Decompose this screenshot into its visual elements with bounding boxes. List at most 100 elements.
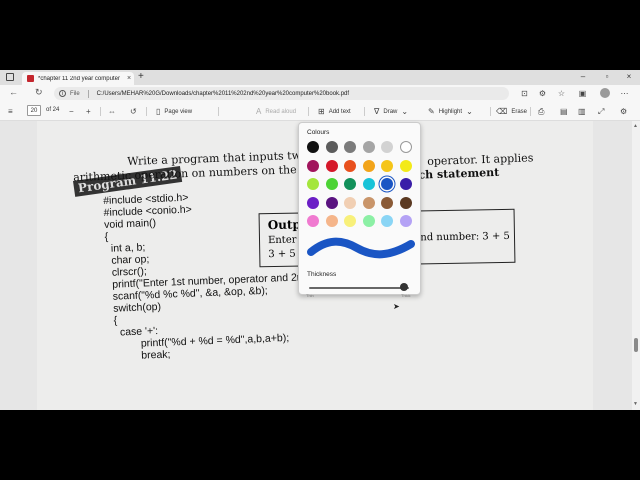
colour-swatch[interactable] xyxy=(307,215,319,227)
rotate-icon[interactable]: ↺ xyxy=(130,107,141,116)
colour-swatch[interactable] xyxy=(307,141,319,153)
mouse-cursor: ➤ xyxy=(393,302,400,311)
info-icon[interactable]: i xyxy=(59,90,66,97)
toolbar-divider xyxy=(146,107,147,116)
colour-swatch[interactable] xyxy=(399,196,412,209)
prose-line-2-right: itch statement xyxy=(409,165,500,182)
colour-swatch[interactable] xyxy=(381,215,393,227)
colour-swatch[interactable] xyxy=(362,159,375,172)
colour-swatch[interactable] xyxy=(307,159,319,172)
colour-swatch[interactable] xyxy=(381,178,393,190)
tab-close-icon[interactable]: × xyxy=(124,75,134,82)
read-mode-icon[interactable]: ⊡ xyxy=(520,89,529,98)
read-aloud-icon: A xyxy=(256,107,262,116)
browser-window: *chapter 11 2nd year computer × + – ▫ × … xyxy=(0,70,640,410)
colour-swatch[interactable] xyxy=(362,196,375,209)
colour-swatch[interactable] xyxy=(344,215,356,227)
fullscreen-icon[interactable]: ⤢ xyxy=(598,107,608,117)
save-icon[interactable]: ▤ xyxy=(560,107,572,116)
close-button[interactable]: × xyxy=(622,72,636,81)
collections-icon[interactable]: ▣ xyxy=(578,89,587,98)
print-icon[interactable]: ⎙ xyxy=(538,107,548,117)
eraser-icon: ⌫ xyxy=(496,107,508,116)
thickness-slider-handle[interactable] xyxy=(400,283,408,291)
scroll-up-icon[interactable]: ▲ xyxy=(633,123,638,129)
colour-swatch[interactable] xyxy=(399,178,412,190)
zoom-in-icon[interactable]: + xyxy=(86,107,95,116)
toolbar-divider xyxy=(490,107,491,116)
minimize-button[interactable]: – xyxy=(576,72,590,81)
more-menu-icon[interactable]: ⋯ xyxy=(620,89,629,98)
colour-swatch[interactable] xyxy=(399,215,412,227)
url-separator xyxy=(87,89,89,98)
settings-icon[interactable]: ⚙ xyxy=(620,107,631,116)
contents-icon[interactable]: ≡ xyxy=(8,107,17,116)
colour-swatch[interactable] xyxy=(381,159,393,172)
page-number-input[interactable]: 20 xyxy=(27,105,41,116)
chevron-down-icon: ⌄ xyxy=(466,107,473,116)
draw-icon: ∇ xyxy=(374,107,380,116)
stroke-preview xyxy=(307,237,415,259)
colour-swatch[interactable] xyxy=(325,141,338,153)
thin-label: Thin xyxy=(306,293,314,298)
tab-title: *chapter 11 2nd year computer xyxy=(38,75,120,82)
zoom-out-icon[interactable]: − xyxy=(69,107,78,116)
thickness-label: Thickness xyxy=(307,271,337,278)
highlight-icon: ✎ xyxy=(428,107,435,116)
colour-swatch[interactable] xyxy=(344,196,356,209)
toolbar-divider xyxy=(100,107,101,116)
colours-label: Colours xyxy=(307,129,330,136)
toolbar-divider xyxy=(364,107,365,116)
refresh-icon[interactable]: ↻ xyxy=(35,87,43,98)
colour-swatch[interactable] xyxy=(344,141,356,153)
read-aloud-button: A Read aloud xyxy=(256,107,297,116)
favorites-icon[interactable]: ☆ xyxy=(557,89,566,98)
profile-avatar[interactable] xyxy=(600,88,610,98)
tab-actions-icon[interactable] xyxy=(6,73,14,81)
draw-button[interactable]: ∇ Draw ⌄ xyxy=(374,107,412,116)
highlight-button[interactable]: ✎ Highlight ⌄ xyxy=(428,107,477,116)
output-line-1-right: 2nd number: 3 + 5 xyxy=(413,230,510,244)
save-as-icon[interactable]: ▥ xyxy=(578,107,590,116)
colour-swatch[interactable] xyxy=(307,178,319,190)
colour-swatch[interactable] xyxy=(381,196,393,209)
colour-swatch[interactable] xyxy=(362,141,375,153)
draw-settings-popup: Colours Thickness Thin Thick xyxy=(298,122,421,298)
toolbar-divider xyxy=(218,107,219,116)
colour-swatch[interactable] xyxy=(362,215,375,227)
extensions-icon[interactable]: ⚙ xyxy=(538,89,547,98)
page-view-button[interactable]: ▯ Page view xyxy=(156,107,192,116)
pdf-toolbar: ≡ 20 of 24 − + ⇔ ↺ ▯ Page view A Read alou… xyxy=(0,102,640,121)
back-icon[interactable]: ← xyxy=(9,87,18,97)
colour-swatch[interactable] xyxy=(325,159,338,172)
erase-button[interactable]: ⌫ Erase xyxy=(496,107,527,116)
add-text-button[interactable]: ⊞ Add text xyxy=(318,107,351,116)
colour-swatch[interactable] xyxy=(381,141,393,153)
page-total: of 24 xyxy=(46,107,60,113)
colour-swatch[interactable] xyxy=(344,159,356,172)
colour-swatch[interactable] xyxy=(344,178,356,190)
scroll-down-icon[interactable]: ▼ xyxy=(633,401,638,407)
colour-swatch[interactable] xyxy=(362,178,375,190)
fit-page-icon[interactable]: ⇔ xyxy=(108,107,120,116)
chevron-down-icon: ⌄ xyxy=(401,107,409,116)
scroll-thumb[interactable] xyxy=(634,338,638,352)
maximize-button[interactable]: ▫ xyxy=(600,72,614,81)
toolbar-divider xyxy=(530,107,531,116)
colour-swatch[interactable] xyxy=(325,196,338,209)
colour-swatch[interactable] xyxy=(399,159,412,172)
colour-swatch[interactable] xyxy=(307,196,319,209)
vertical-scrollbar[interactable]: ▲ ▼ xyxy=(632,121,640,410)
address-bar: ← ↻ i File C:/Users/MEHAR%20G/Downloads/… xyxy=(0,85,640,102)
url-prefix: File xyxy=(70,90,80,97)
url-text: C:/Users/MEHAR%20G/Downloads/chapter%201… xyxy=(96,90,350,97)
new-tab-button[interactable]: + xyxy=(138,71,144,82)
thickness-slider[interactable] xyxy=(309,287,409,289)
url-field[interactable]: i File C:/Users/MEHAR%20G/Downloads/chap… xyxy=(54,87,509,100)
colour-swatch[interactable] xyxy=(325,178,338,190)
colour-swatch[interactable] xyxy=(325,215,338,227)
colour-swatch[interactable] xyxy=(399,141,412,153)
tab-pdf[interactable]: *chapter 11 2nd year computer × xyxy=(22,72,134,85)
add-text-icon: ⊞ xyxy=(318,107,325,116)
toolbar-divider xyxy=(308,107,309,116)
